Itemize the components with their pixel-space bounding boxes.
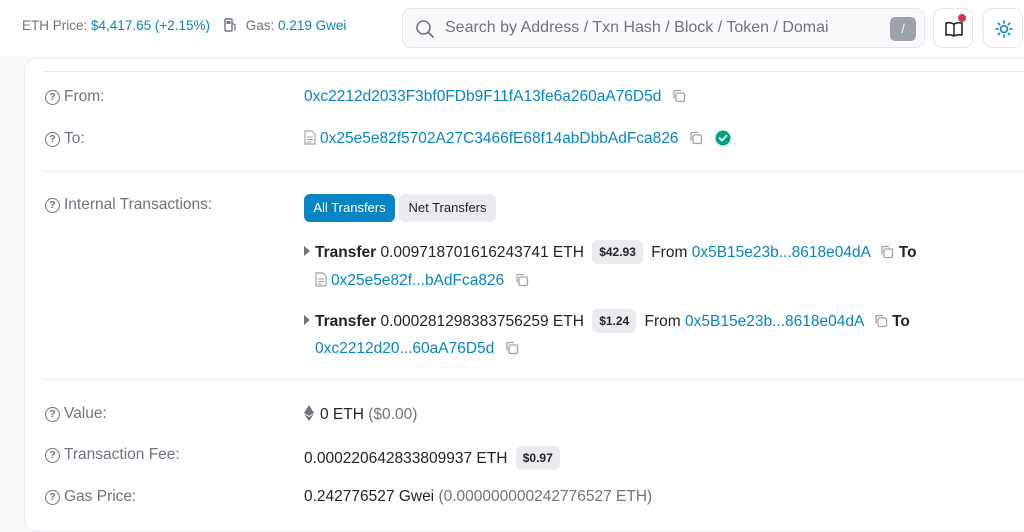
contract-file-icon bbox=[304, 130, 316, 150]
notification-dot bbox=[958, 14, 966, 22]
help-icon[interactable]: ? bbox=[45, 407, 60, 422]
gas-pump-icon bbox=[224, 18, 237, 35]
transfer-row-continuation: 0x25e5e82f...bAdFca826 bbox=[315, 272, 529, 292]
caret-right-icon[interactable] bbox=[304, 315, 310, 325]
help-icon[interactable]: ? bbox=[45, 132, 60, 147]
transfer-keyword: Transfer bbox=[315, 313, 377, 330]
usd-badge: $42.93 bbox=[592, 240, 643, 264]
eth-price-stat: ETH Price: $4,417.65 (+2.15%) bbox=[22, 18, 210, 33]
transfer-from-link[interactable]: 0x5B15e23b...8618e04dA bbox=[692, 244, 870, 261]
top-bar: ETH Price: $4,417.65 (+2.15%) Gas: 0.219… bbox=[0, 0, 1024, 56]
to-address-link[interactable]: 0x25e5e82f5702A27C3466fE68f14abDbbAdFca8… bbox=[320, 130, 679, 147]
tab-all-transfers[interactable]: All Transfers bbox=[304, 194, 395, 222]
copy-icon[interactable] bbox=[880, 245, 894, 264]
to-label: To: bbox=[64, 130, 85, 147]
fee-label-row: ? Transaction Fee: bbox=[45, 446, 180, 464]
transaction-details-card: ? From: 0xc2212d2033F3bf0FDb9F11fA13fe6a2… bbox=[24, 58, 1024, 532]
gas-stat: Gas: 0.219 Gwei bbox=[224, 18, 346, 35]
help-icon[interactable]: ? bbox=[45, 198, 60, 213]
gas-price-gwei: 0.242776527 Gwei bbox=[304, 488, 435, 505]
transfer-amount: 0.009718701616243741 ETH bbox=[380, 244, 584, 261]
theme-toggle-button[interactable] bbox=[983, 8, 1023, 48]
ethereum-icon bbox=[304, 405, 314, 426]
gas-price-label: Gas Price: bbox=[64, 488, 137, 505]
transfer-amount: 0.000281298383756259 ETH bbox=[380, 313, 584, 330]
eth-price-value[interactable]: $4,417.65 (+2.15%) bbox=[91, 18, 210, 33]
fee-label: Transaction Fee: bbox=[64, 446, 180, 463]
search-input[interactable]: Search by Address / Txn Hash / Block / T… bbox=[402, 8, 925, 48]
book-icon bbox=[945, 21, 963, 37]
eth-price-label: ETH Price: bbox=[22, 18, 88, 33]
divider bbox=[43, 71, 1024, 72]
search-icon bbox=[415, 19, 435, 43]
gas-price-label-row: ? Gas Price: bbox=[45, 488, 136, 506]
caret-right-icon[interactable] bbox=[304, 246, 310, 256]
transfer-row: Transfer 0.000281298383756259 ETH $1.24 … bbox=[304, 309, 910, 333]
copy-icon[interactable] bbox=[689, 131, 703, 150]
transfer-to-link[interactable]: 0xc2212d20...60aA76D5d bbox=[315, 340, 494, 357]
copy-icon[interactable] bbox=[672, 89, 686, 108]
value-label-row: ? Value: bbox=[45, 405, 107, 423]
fee-value: 0.000220642833809937 ETH $0.97 bbox=[304, 446, 564, 470]
from-word: From bbox=[651, 244, 688, 261]
value-label: Value: bbox=[64, 405, 107, 422]
copy-icon[interactable] bbox=[874, 314, 888, 333]
search-shortcut-badge: / bbox=[890, 17, 916, 41]
sun-icon bbox=[995, 20, 1013, 38]
to-word: To bbox=[892, 313, 910, 330]
help-icon[interactable]: ? bbox=[45, 90, 60, 105]
value-amount: 0 ETH bbox=[320, 406, 364, 423]
help-icon[interactable]: ? bbox=[45, 448, 60, 463]
from-address-link[interactable]: 0xc2212d2033F3bf0FDb9F11fA13fe6a260aA76D… bbox=[304, 88, 661, 105]
transfer-to-link[interactable]: 0x25e5e82f...bAdFca826 bbox=[331, 272, 504, 289]
gas-label: Gas: bbox=[245, 18, 275, 33]
internal-tx-label-row: ? Internal Transactions: bbox=[45, 196, 212, 214]
usd-badge: $1.24 bbox=[592, 309, 637, 333]
fee-amount: 0.000220642833809937 ETH bbox=[304, 450, 508, 467]
transfer-keyword: Transfer bbox=[315, 244, 377, 261]
value-usd: ($0.00) bbox=[368, 406, 418, 423]
transfer-from-link[interactable]: 0x5B15e23b...8618e04dA bbox=[685, 313, 863, 330]
gas-price-value: 0.242776527 Gwei (0.000000000242776527 E… bbox=[304, 488, 652, 506]
transfer-row: Transfer 0.009718701616243741 ETH $42.93… bbox=[304, 240, 917, 264]
help-icon[interactable]: ? bbox=[45, 490, 60, 505]
internal-tx-label: Internal Transactions: bbox=[64, 196, 213, 213]
value-value: 0 ETH ($0.00) bbox=[304, 405, 417, 426]
copy-icon[interactable] bbox=[505, 341, 519, 360]
from-label: From: bbox=[64, 88, 105, 105]
to-word: To bbox=[898, 244, 917, 261]
divider bbox=[43, 379, 1024, 380]
contract-file-icon bbox=[315, 272, 327, 292]
usd-badge: $0.97 bbox=[515, 446, 560, 470]
to-value: 0x25e5e82f5702A27C3466fE68f14abDbbAdFca8… bbox=[304, 130, 731, 151]
docs-button[interactable] bbox=[933, 8, 973, 48]
from-value: 0xc2212d2033F3bf0FDb9F11fA13fe6a260aA76D… bbox=[304, 88, 686, 108]
from-word: From bbox=[644, 313, 681, 330]
search-placeholder: Search by Address / Txn Hash / Block / T… bbox=[445, 19, 829, 36]
copy-icon[interactable] bbox=[515, 273, 529, 292]
gas-value[interactable]: 0.219 Gwei bbox=[278, 18, 346, 33]
verified-check-icon bbox=[715, 130, 731, 151]
divider bbox=[43, 171, 1024, 172]
transfer-row-continuation: 0xc2212d20...60aA76D5d bbox=[315, 340, 519, 360]
to-label-row: ? To: bbox=[45, 130, 85, 148]
tab-net-transfers[interactable]: Net Transfers bbox=[399, 194, 496, 222]
gas-price-eth: (0.000000000242776527 ETH) bbox=[438, 488, 653, 505]
from-label-row: ? From: bbox=[45, 88, 104, 106]
